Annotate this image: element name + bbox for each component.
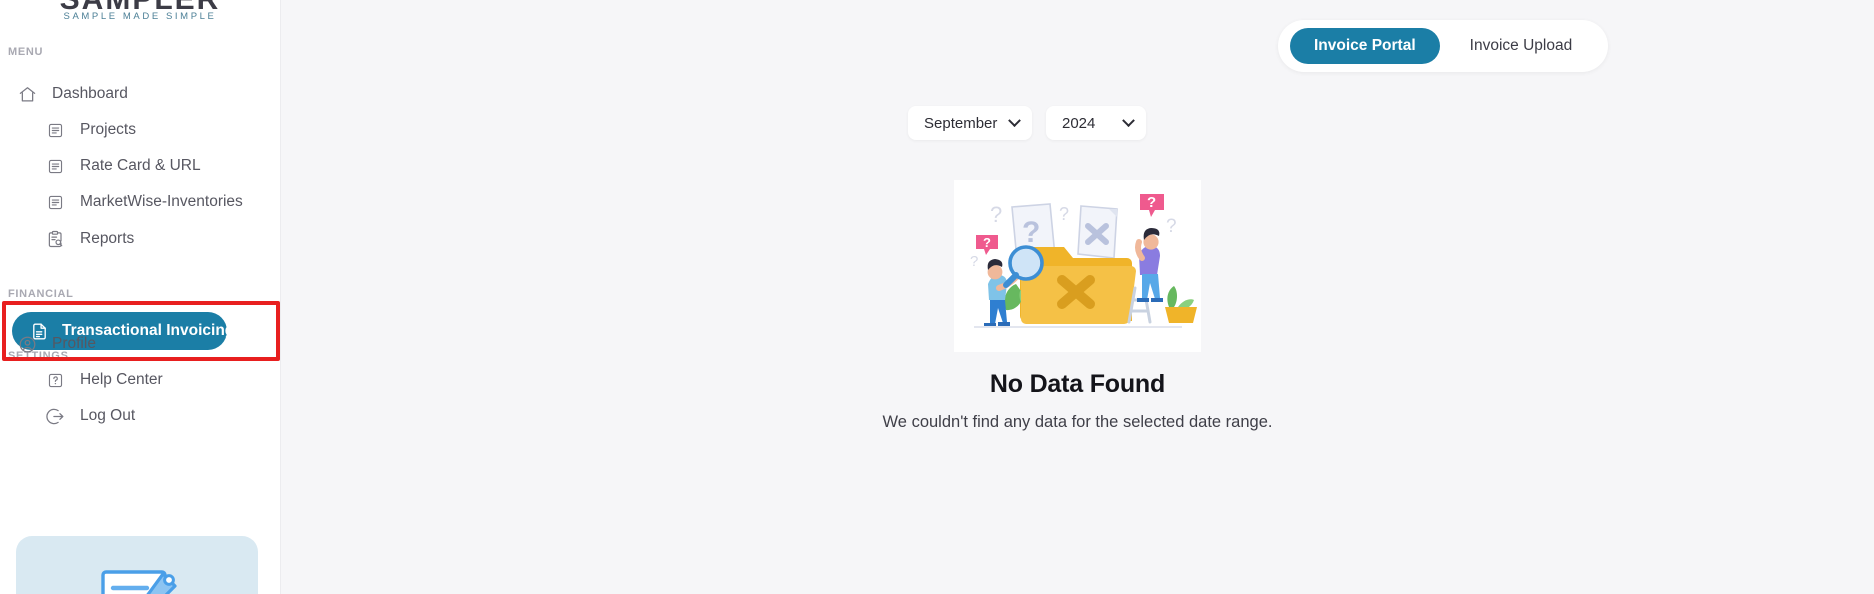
document-pencil-icon <box>89 558 185 594</box>
user-circle-icon <box>16 333 38 355</box>
main-content: Invoice Portal Invoice Upload September … <box>281 0 1874 594</box>
date-filter-group: September 2024 <box>908 106 1146 140</box>
document-list-icon <box>44 155 66 177</box>
sidebar-item-label: Dashboard <box>52 85 128 102</box>
chevron-down-icon <box>1008 114 1021 128</box>
app-logo[interactable]: SAMPLER SAMPLE MADE SIMPLE <box>0 0 280 22</box>
sidebar-item-label: Log Out <box>80 407 136 424</box>
sidebar-item-marketwise-inventories[interactable]: MarketWise-Inventories <box>0 185 243 219</box>
clipboard-search-icon <box>44 228 66 250</box>
sidebar-item-help-center[interactable]: Help Center <box>0 363 163 397</box>
tab-invoice-upload[interactable]: Invoice Upload <box>1446 28 1597 64</box>
year-select[interactable]: 2024 <box>1046 106 1146 140</box>
svg-text:?: ? <box>983 235 991 250</box>
invoice-tab-switch: Invoice Portal Invoice Upload <box>1278 20 1609 72</box>
sidebar-item-label: Help Center <box>80 371 163 388</box>
year-select-value: 2024 <box>1062 114 1096 132</box>
sidebar-item-label: Rate Card & URL <box>80 157 201 174</box>
empty-state-title: No Data Found <box>989 370 1166 398</box>
sidebar-promo-card[interactable] <box>16 536 258 594</box>
svg-text:?: ? <box>1022 216 1040 249</box>
svg-text:?: ? <box>970 253 978 270</box>
sidebar-item-profile[interactable]: Profile <box>0 327 96 361</box>
sidebar-item-label: Projects <box>80 121 136 138</box>
chevron-down-icon <box>1122 114 1135 128</box>
logo-wordmark: SAMPLER <box>60 0 221 15</box>
sidebar-item-projects[interactable]: Projects <box>0 113 136 147</box>
question-square-icon <box>44 369 66 391</box>
sidebar-item-log-out[interactable]: Log Out <box>0 399 135 433</box>
month-select[interactable]: September <box>908 106 1032 140</box>
logout-icon <box>44 405 66 427</box>
sidebar-item-reports[interactable]: Reports <box>0 222 134 256</box>
sidebar-item-label: Profile <box>52 335 96 352</box>
sidebar: SAMPLER SAMPLE MADE SIMPLE MENU FINANCIA… <box>0 0 281 594</box>
month-select-value: September <box>924 114 998 132</box>
document-list-icon <box>44 191 66 213</box>
document-list-icon <box>44 119 66 141</box>
logo-tagline: SAMPLE MADE SIMPLE <box>63 11 217 22</box>
section-label-menu: MENU <box>8 46 44 58</box>
svg-text:?: ? <box>990 202 1002 227</box>
svg-text:?: ? <box>1059 204 1069 224</box>
section-label-financial: FINANCIAL <box>8 288 74 300</box>
sidebar-item-rate-card-url[interactable]: Rate Card & URL <box>0 149 201 183</box>
svg-text:?: ? <box>1166 216 1177 237</box>
sidebar-item-dashboard[interactable]: Dashboard <box>0 77 128 111</box>
home-icon <box>16 83 38 105</box>
empty-state-subtitle: We couldn't find any data for the select… <box>882 413 1273 431</box>
tab-invoice-portal[interactable]: Invoice Portal <box>1290 28 1440 64</box>
no-data-folder-illustration: ? ? ? ? ? ? ? <box>954 180 1201 352</box>
sidebar-item-label: Reports <box>80 230 135 247</box>
svg-text:?: ? <box>1147 194 1156 211</box>
sidebar-item-label: MarketWise-Inventories <box>80 193 243 210</box>
empty-state: ? ? ? ? ? ? ? No Data Found We couldn't … <box>281 180 1874 432</box>
app-root: SAMPLER SAMPLE MADE SIMPLE MENU FINANCIA… <box>0 0 1874 594</box>
